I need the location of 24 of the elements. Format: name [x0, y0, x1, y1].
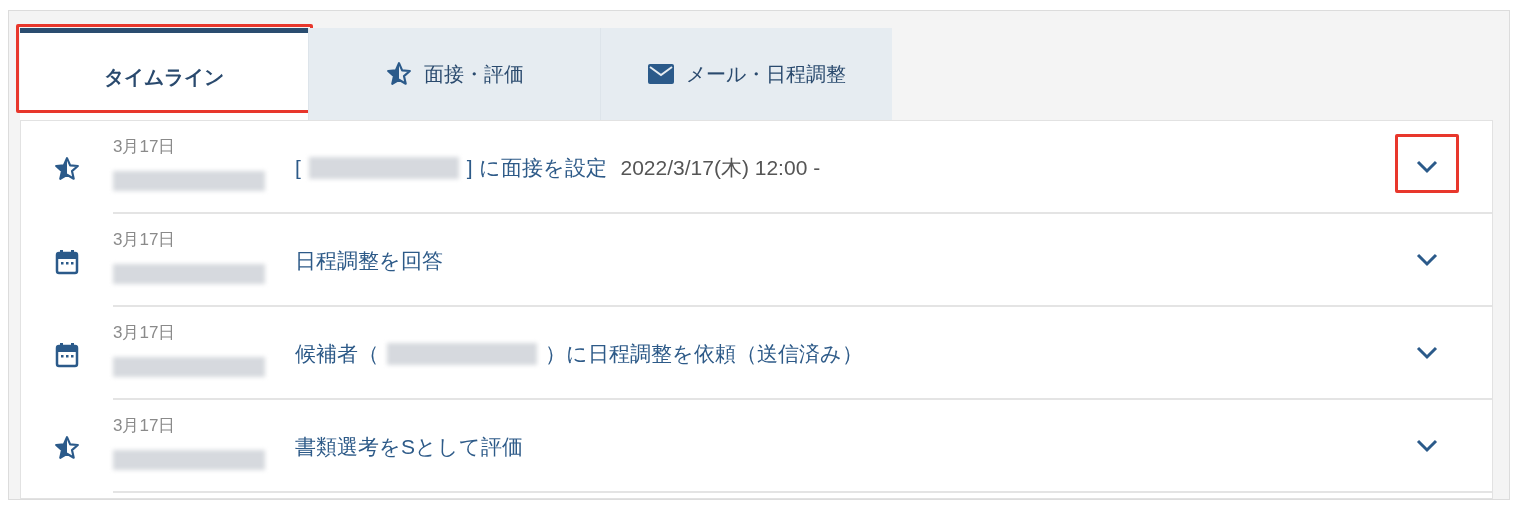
date-label: 3月17日 — [113, 230, 177, 250]
date-label: 3月17日 — [113, 416, 177, 436]
chevron-down-icon[interactable] — [1416, 438, 1438, 453]
date-label: 3月17日 — [113, 323, 177, 343]
tab[interactable]: 面接・評価 — [308, 28, 600, 120]
calendar-icon — [55, 341, 79, 368]
star-icon — [54, 155, 80, 182]
event-time: 2022/3/17(木) 12:00 - — [620, 154, 821, 181]
tab[interactable]: タイムライン — [20, 28, 308, 120]
date-label: 3月17日 — [113, 137, 177, 157]
event-text: 候補者（ — [295, 340, 379, 367]
star-icon — [54, 434, 80, 461]
calendar-icon — [55, 248, 79, 275]
event-text: ] に面接を設定 — [466, 154, 607, 181]
event-text: [ — [295, 154, 301, 181]
event-text: 書類選考をSとして評価 — [295, 433, 523, 460]
chevron-down-icon[interactable] — [1416, 159, 1438, 174]
event-text: 日程調整を回答 — [295, 247, 443, 274]
tab[interactable]: メール・日程調整 — [600, 28, 892, 120]
chevron-down-icon[interactable] — [1416, 252, 1438, 267]
mail-icon — [647, 64, 674, 84]
event-text: ）に日程調整を依頼（送信済み） — [545, 340, 863, 367]
chevron-down-icon[interactable] — [1416, 345, 1438, 360]
star-icon — [385, 61, 412, 87]
